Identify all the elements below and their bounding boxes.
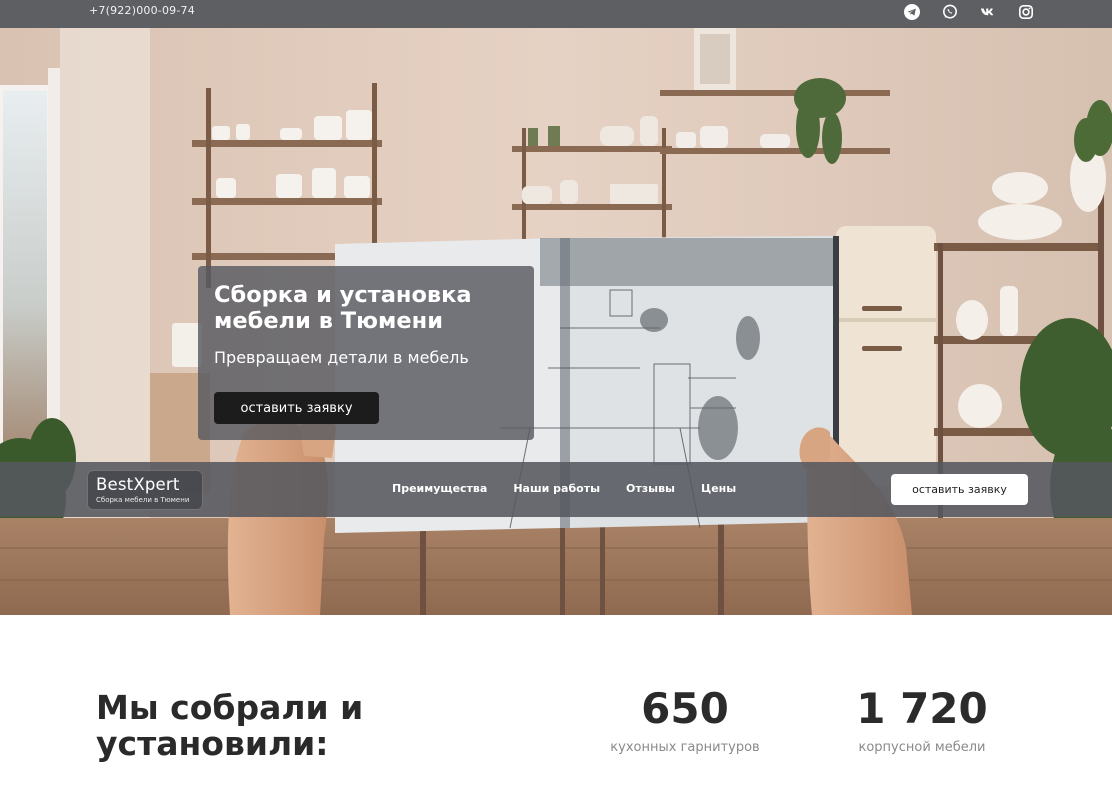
nav-request-button[interactable]: оставить заявку [891, 474, 1028, 505]
top-bar: +7(922)000-09-74 [0, 0, 1112, 28]
vk-icon[interactable] [980, 4, 996, 20]
nav-menu: Преимущества Наши работы Отзывы Цены [392, 482, 736, 495]
logo-tagline: Сборка мебели в Тюмени [96, 496, 190, 504]
social-links [904, 4, 1034, 20]
logo[interactable]: BestXpert Сборка мебели в Тюмени [88, 471, 202, 509]
phone-number[interactable]: +7(922)000-09-74 [89, 4, 195, 17]
main-nav: BestXpert Сборка мебели в Тюмени Преимущ… [0, 462, 1112, 517]
stat-number: 1 720 [856, 684, 988, 733]
stat-kitchens: 650 кухонных гарнитуров [606, 684, 764, 755]
stat-label: корпусной мебели [858, 740, 986, 755]
stats-heading: Мы собрали и установили: [96, 688, 364, 763]
whatsapp-icon[interactable] [942, 4, 958, 20]
logo-name: BestXpert [96, 475, 180, 494]
nav-item-works[interactable]: Наши работы [513, 482, 600, 495]
nav-item-advantages[interactable]: Преимущества [392, 482, 487, 495]
hero-section: Сборка и установка мебели в Тюмени Превр… [0, 28, 1112, 615]
hero-title: Сборка и установка мебели в Тюмени [214, 282, 472, 334]
hero-subtitle: Превращаем детали в мебель [214, 348, 469, 367]
stat-number: 650 [641, 684, 729, 733]
nav-item-reviews[interactable]: Отзывы [626, 482, 675, 495]
telegram-icon[interactable] [904, 4, 920, 20]
stat-label: кухонных гарнитуров [610, 740, 760, 755]
instagram-icon[interactable] [1018, 4, 1034, 20]
nav-item-prices[interactable]: Цены [701, 482, 736, 495]
hero-card: Сборка и установка мебели в Тюмени Превр… [198, 266, 534, 440]
stat-cabinet-furniture: 1 720 корпусной мебели [852, 684, 992, 755]
hero-background-image [0, 28, 1112, 615]
hero-request-button[interactable]: оставить заявку [214, 392, 379, 424]
